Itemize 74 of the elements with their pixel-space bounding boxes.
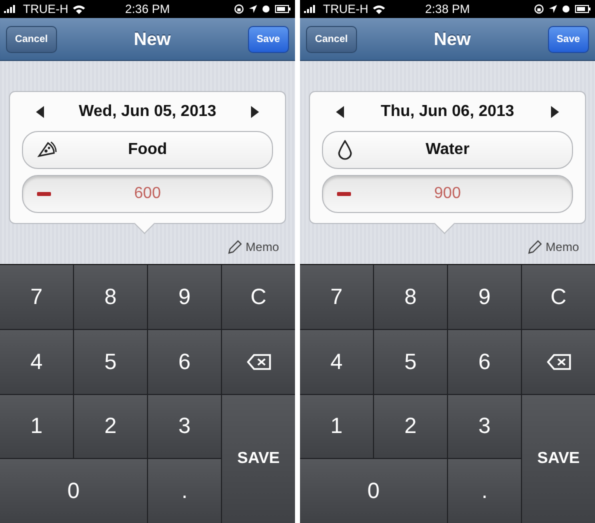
keypad-key[interactable]: 1 — [300, 394, 373, 458]
carrier-name: TRUE-H — [23, 2, 68, 16]
rotation-lock-icon — [534, 4, 544, 14]
keypad-key[interactable]: 6 — [148, 330, 221, 394]
memo-button[interactable]: Memo — [228, 240, 279, 254]
keypad-key[interactable]: 0 — [0, 459, 147, 523]
location-icon — [248, 5, 257, 13]
keypad-key[interactable]: 2 — [374, 394, 447, 458]
keypad-key[interactable]: . — [448, 459, 521, 523]
keypad-key[interactable]: 5 — [374, 330, 447, 394]
carrier-name: TRUE-H — [323, 2, 368, 16]
save-button[interactable]: Save — [548, 26, 589, 52]
battery-icon — [574, 5, 591, 13]
signal-icon — [4, 5, 18, 13]
wifi-icon — [373, 4, 386, 14]
keypad-key[interactable]: 8 — [74, 265, 147, 329]
alarm-icon — [562, 5, 570, 13]
keypad-key[interactable]: 8 — [374, 265, 447, 329]
water-drop-icon — [337, 140, 353, 160]
keypad-key[interactable]: 4 — [300, 330, 373, 394]
date-label: Wed, Jun 05, 2013 — [78, 103, 216, 121]
battery-icon — [274, 5, 291, 13]
amount-field[interactable]: 900 — [322, 175, 573, 213]
keypad-key[interactable]: . — [148, 459, 221, 523]
keypad-key[interactable]: 5 — [74, 330, 147, 394]
signal-icon — [304, 5, 318, 13]
backspace-key[interactable] — [522, 330, 595, 394]
pizza-slice-icon — [37, 140, 57, 160]
category-field[interactable]: Food — [22, 131, 273, 169]
location-icon — [548, 5, 557, 13]
date-label: Thu, Jun 06, 2013 — [380, 103, 514, 121]
backspace-key[interactable] — [222, 330, 295, 394]
keypad-key[interactable]: 3 — [148, 394, 221, 458]
keypad-key[interactable]: 0 — [300, 459, 447, 523]
keypad-key[interactable]: 4 — [0, 330, 73, 394]
minus-icon — [337, 192, 351, 196]
status-time: 2:36 PM — [125, 2, 170, 16]
amount-field[interactable]: 600 — [22, 175, 273, 213]
keypad-key[interactable]: SAVE — [522, 394, 595, 523]
pencil-icon — [528, 240, 542, 254]
keypad-key[interactable]: 1 — [0, 394, 73, 458]
keypad-key[interactable]: C — [522, 265, 595, 329]
keypad-key[interactable]: 9 — [148, 265, 221, 329]
backspace-icon — [246, 354, 270, 370]
cancel-button[interactable]: Cancel — [306, 26, 357, 52]
keypad-key[interactable]: 9 — [448, 265, 521, 329]
minus-icon — [37, 192, 51, 196]
cancel-button[interactable]: Cancel — [6, 26, 57, 52]
category-label: Water — [426, 141, 470, 159]
backspace-icon — [546, 354, 570, 370]
screen-title: New — [134, 28, 171, 50]
save-button[interactable]: Save — [248, 26, 289, 52]
rotation-lock-icon — [234, 4, 244, 14]
keypad-key[interactable]: C — [222, 265, 295, 329]
screen-title: New — [434, 28, 471, 50]
keypad-key[interactable]: 6 — [448, 330, 521, 394]
next-day-icon[interactable] — [250, 106, 259, 118]
keypad-key[interactable]: SAVE — [222, 394, 295, 523]
previous-day-icon[interactable] — [336, 106, 344, 118]
alarm-icon — [262, 5, 270, 13]
category-field[interactable]: Water — [322, 131, 573, 169]
pencil-icon — [228, 240, 242, 254]
next-day-icon[interactable] — [550, 106, 559, 118]
category-label: Food — [128, 141, 168, 159]
memo-button[interactable]: Memo — [528, 240, 579, 254]
amount-value: 900 — [434, 185, 461, 203]
keypad-key[interactable]: 7 — [300, 265, 373, 329]
wifi-icon — [73, 4, 86, 14]
previous-day-icon[interactable] — [36, 106, 44, 118]
keypad-key[interactable]: 2 — [74, 394, 147, 458]
keypad-key[interactable]: 7 — [0, 265, 73, 329]
keypad-key[interactable]: 3 — [448, 394, 521, 458]
status-time: 2:38 PM — [425, 2, 470, 16]
amount-value: 600 — [134, 185, 161, 203]
